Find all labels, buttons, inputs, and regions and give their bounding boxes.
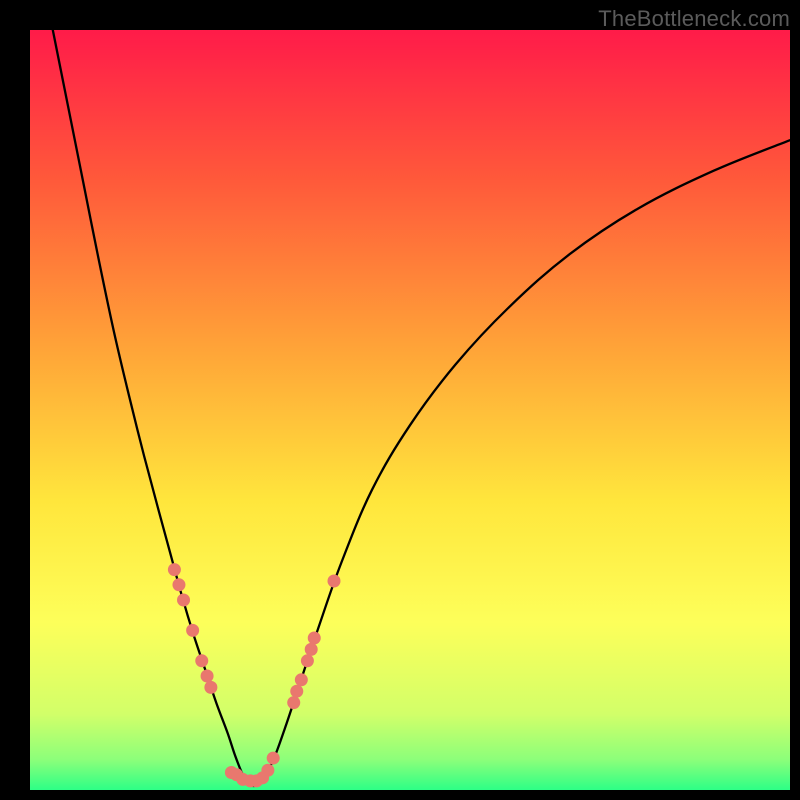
marker-dot bbox=[172, 578, 185, 591]
marker-dot bbox=[168, 563, 181, 576]
marker-dot bbox=[261, 764, 274, 777]
plot-area bbox=[30, 30, 790, 790]
marker-dot bbox=[301, 654, 314, 667]
marker-dot bbox=[328, 575, 341, 588]
marker-dot bbox=[287, 696, 300, 709]
watermark-text: TheBottleneck.com bbox=[598, 6, 790, 32]
curve-markers bbox=[168, 563, 341, 787]
chart-frame: TheBottleneck.com bbox=[0, 0, 800, 800]
marker-dot bbox=[186, 624, 199, 637]
marker-dot bbox=[195, 654, 208, 667]
chart-svg bbox=[30, 30, 790, 790]
marker-dot bbox=[308, 632, 321, 645]
marker-dot bbox=[177, 594, 190, 607]
marker-dot bbox=[267, 752, 280, 765]
marker-dot bbox=[290, 685, 303, 698]
marker-dot bbox=[201, 670, 214, 683]
bottleneck-curve bbox=[53, 30, 790, 786]
marker-dot bbox=[204, 681, 217, 694]
marker-dot bbox=[295, 673, 308, 686]
marker-dot bbox=[305, 643, 318, 656]
